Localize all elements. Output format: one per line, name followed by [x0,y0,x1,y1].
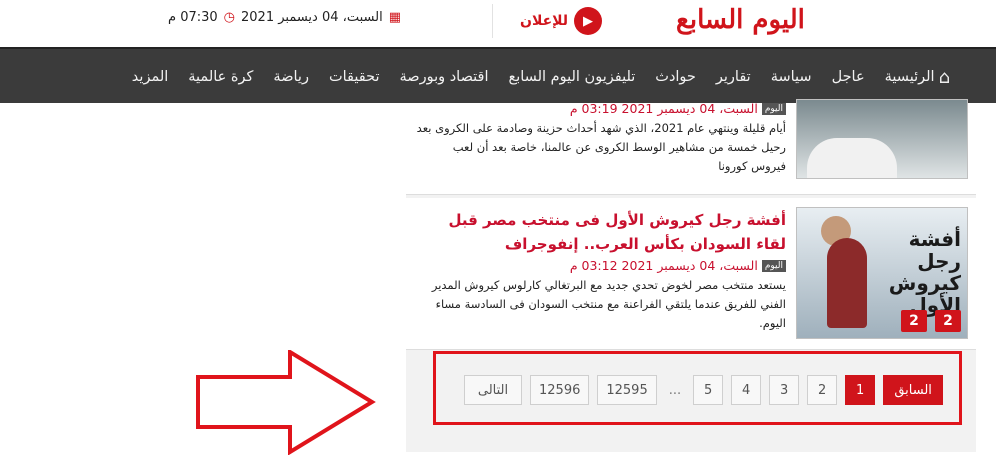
nav-item-accidents[interactable]: حوادث [645,69,706,85]
current-time: 07:30 م [168,10,218,25]
source-badge: اليوم [761,259,786,272]
nav-item-politics[interactable]: سياسة [761,69,822,85]
article-thumbnail[interactable] [796,99,968,179]
nav-item-tv[interactable]: تليفزيون اليوم السابع [499,69,646,85]
calendar-icon: ▦ [388,10,402,25]
clock-icon: ◷ [223,10,235,25]
ads-link[interactable]: ▶ للإعلان [520,7,603,35]
top-header: اليوم السابع ▶ للإعلان ▦ السبت، 04 ديسمب… [0,0,996,47]
nav-item-more[interactable]: المزيد [122,69,178,85]
photo-figure [807,138,897,178]
source-badge: اليوم [761,102,786,115]
thumbnail-caption: أفشة رجل كيروش الأول [888,227,961,317]
article-excerpt: يستعد منتخب مصر لخوض تحدي جديد مع البرتغ… [431,278,786,330]
article-thumbnail[interactable]: أفشة رجل كيروش الأول 2 2 [796,207,968,339]
nav-item-home[interactable]: ⌂ الرئيسية [875,67,960,88]
article-excerpt: أيام قليلة وينتهي عام 2021، الذي شهد أحد… [416,121,786,173]
ads-label: للإعلان [520,13,569,29]
nav-item-investigations[interactable]: تحقيقات [319,69,390,85]
article-meta: اليوم السبت، 04 ديسمبر 2021 03:19 م [416,101,786,116]
number-badge: 2 [935,310,961,332]
news-card: أفشة رجل كيروش الأول 2 2 أفشة رجل كيروش … [406,198,976,350]
nav-item-reports[interactable]: تقارير [706,69,761,85]
main-nav: ⌂ الرئيسية عاجل سياسة تقارير حوادث تليفزي… [0,47,996,105]
header-divider [492,4,493,38]
photo-figure [827,238,867,328]
nav-item-urgent[interactable]: عاجل [822,69,875,85]
megaphone-icon: ▶ [574,7,603,35]
article-meta: اليوم السبت، 04 ديسمبر 2021 03:12 م [416,258,786,273]
nav-item-economy[interactable]: اقتصاد وبورصة [389,69,498,85]
arrow-icon [196,350,376,455]
site-logo[interactable]: اليوم السابع [676,5,806,35]
date-time: ▦ السبت، 04 ديسمبر 2021 ◷ 07:30 م [168,10,401,25]
article-date: السبت، 04 ديسمبر 2021 03:19 م [569,101,758,116]
highlight-box [433,351,962,425]
home-icon: ⌂ [938,66,950,88]
number-badge: 2 [901,310,927,332]
article-date: السبت، 04 ديسمبر 2021 03:12 م [569,258,758,273]
current-date: السبت، 04 ديسمبر 2021 [241,10,383,25]
nav-item-sports[interactable]: رياضة [263,69,319,85]
right-blank-area [976,103,996,452]
article-headline[interactable]: أفشة رجل كيروش الأول فى منتخب مصر قبل لق… [416,208,786,256]
nav-item-world-football[interactable]: كرة عالمية [178,69,263,85]
news-card: اليوم السبت، 04 ديسمبر 2021 03:19 م أيام… [406,99,976,195]
